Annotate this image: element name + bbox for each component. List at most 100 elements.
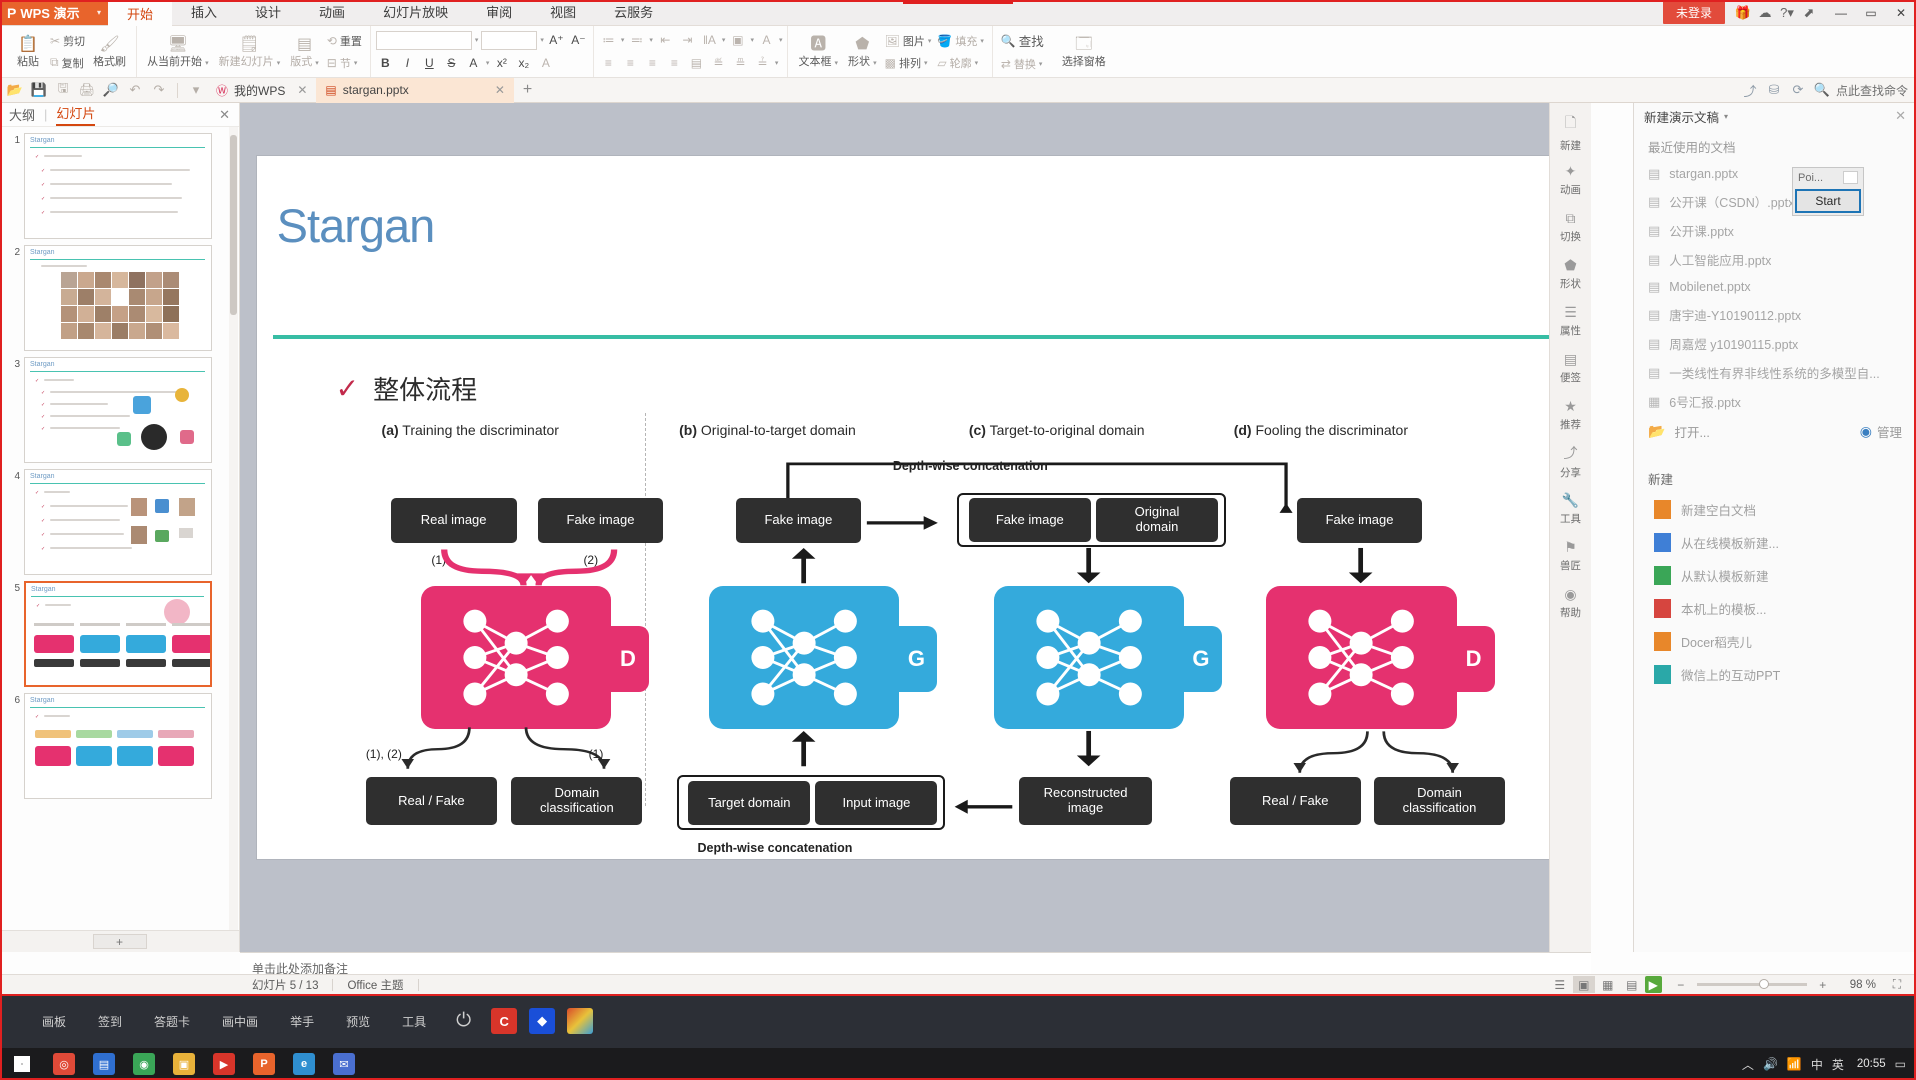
- columns-button[interactable]: ▤: [687, 54, 706, 73]
- app-edge-icon[interactable]: e: [284, 1048, 324, 1080]
- doctab-stargan[interactable]: ▤ stargan.pptx ✕: [316, 77, 514, 103]
- open-folder-icon[interactable]: 📂: [4, 80, 26, 101]
- recent-file-item[interactable]: ▤ 唐宇迪-Y10190112.pptx: [1634, 300, 1916, 329]
- font-family-select[interactable]: [375, 30, 472, 50]
- poi-popup[interactable]: Poi... Start: [1792, 167, 1864, 216]
- zoom-handle[interactable]: [1758, 979, 1769, 989]
- help-icon[interactable]: ?▾: [1776, 5, 1798, 21]
- align-center-button[interactable]: ≡: [621, 54, 640, 73]
- volume-icon[interactable]: 🔊: [1763, 1057, 1778, 1071]
- app-rainbow-icon[interactable]: [567, 1008, 594, 1034]
- align-justify-button[interactable]: ≡: [665, 54, 684, 73]
- superscript-button[interactable]: x²: [492, 54, 511, 73]
- save-as-icon[interactable]: 🖫: [52, 80, 74, 101]
- reading-view-icon[interactable]: ▤: [1621, 976, 1643, 993]
- bullets-button[interactable]: ≔: [599, 31, 618, 50]
- zoom-track[interactable]: [1696, 979, 1807, 989]
- smartart-button-2[interactable]: ≞: [731, 54, 750, 73]
- select-pane-button[interactable]: 🗔 选择窗格: [1057, 26, 1111, 77]
- copy-button[interactable]: ⧉ 复制: [47, 54, 88, 72]
- chevron-down-icon[interactable]: ▾: [1724, 112, 1728, 121]
- grow-font-button[interactable]: A⁺: [547, 31, 566, 50]
- tab-start[interactable]: 开始: [108, 0, 173, 26]
- vtool-animation[interactable]: ✦ 动画: [1550, 156, 1591, 203]
- clear-format-button[interactable]: A: [536, 54, 555, 73]
- login-button[interactable]: 未登录: [1662, 1, 1725, 24]
- recent-file-item[interactable]: ▤ stargan.pptx: [1634, 161, 1916, 187]
- format-painter-button[interactable]: 🖌 格式刷: [88, 26, 131, 77]
- dock-raise-hand[interactable]: 举手: [274, 1013, 330, 1030]
- app-red-icon[interactable]: C: [491, 1008, 518, 1034]
- new-blank-doc-item[interactable]: 新建空白文档: [1634, 493, 1916, 526]
- reset-button[interactable]: ⟲ 重置: [324, 32, 365, 50]
- line-spacing-button[interactable]: ‖A: [700, 31, 719, 50]
- start-button[interactable]: Start: [1795, 189, 1861, 213]
- vtool-tools[interactable]: 🔧 工具: [1550, 485, 1591, 532]
- fit-to-window-icon[interactable]: ⛶: [1886, 976, 1908, 993]
- backup-icon[interactable]: ⟳: [1788, 82, 1808, 98]
- vtool-sticky[interactable]: ▤ 便签: [1550, 344, 1591, 391]
- align-text-button[interactable]: A: [757, 31, 776, 50]
- restore-window-icon[interactable]: ⬈: [1798, 5, 1820, 21]
- numbering-button[interactable]: ≕: [627, 31, 646, 50]
- thumbnail-preview[interactable]: Stargan: [24, 245, 212, 351]
- font-size-caret-icon[interactable]: ▾: [540, 36, 544, 44]
- vtool-recommend[interactable]: ★ 推荐: [1550, 391, 1591, 438]
- search-commands-label[interactable]: 点此查找命令: [1836, 82, 1908, 99]
- scrollbar-thumb[interactable]: [230, 135, 237, 315]
- app-folder-icon[interactable]: ▣: [164, 1048, 204, 1080]
- taskbar-clock[interactable]: 20:55: [1853, 1058, 1886, 1070]
- wechat-ppt-item[interactable]: 微信上的互动PPT: [1634, 658, 1916, 691]
- font-size-select[interactable]: [481, 30, 538, 50]
- new-default-template-item[interactable]: 从默认模板新建: [1634, 559, 1916, 592]
- new-slide-button[interactable]: 🗒 新建幻灯片 ▾: [214, 26, 286, 77]
- vtool-transition[interactable]: ⧉ 切换: [1550, 203, 1591, 250]
- outline-button[interactable]: ▱ 轮廓 ▾: [934, 54, 986, 72]
- dock-checkin[interactable]: 签到: [82, 1013, 138, 1030]
- close-button[interactable]: ✕: [1886, 6, 1916, 20]
- chevron-down-icon[interactable]: ▾: [97, 8, 101, 17]
- start-button[interactable]: [0, 1048, 44, 1080]
- thumbnail-preview[interactable]: Stargan ✓ ✓ ✓ ✓ ✓: [24, 133, 212, 239]
- print-icon[interactable]: 🖨: [76, 80, 98, 101]
- thumbnail-preview-selected[interactable]: Stargan ✓: [24, 581, 212, 687]
- text-color-button[interactable]: A: [464, 54, 483, 73]
- strikethrough-button[interactable]: S: [442, 54, 461, 73]
- redo-icon[interactable]: ↷: [148, 80, 170, 101]
- recent-file-item[interactable]: ▤ Mobilenet.pptx: [1634, 274, 1916, 300]
- normal-view-icon[interactable]: ▣: [1572, 976, 1595, 993]
- tab-insert[interactable]: 插入: [172, 0, 236, 26]
- thumbnail-item[interactable]: 3 Stargan ✓ ✓ ✓ ✓ ✓: [6, 357, 239, 463]
- italic-button[interactable]: I: [398, 54, 417, 73]
- underline-button[interactable]: U: [420, 54, 439, 73]
- dock-tools[interactable]: 工具: [386, 1013, 442, 1030]
- replace-button[interactable]: ⇄ 替换 ▾: [998, 55, 1047, 73]
- find-button[interactable]: 🔍 查找: [998, 30, 1047, 51]
- recent-file-item[interactable]: ▤ 一类线性有界非线性系统的多模型自...: [1634, 358, 1916, 387]
- smartart-button-3[interactable]: ≟: [753, 54, 772, 73]
- tab-slideshow[interactable]: 幻灯片放映: [364, 0, 467, 26]
- section-button[interactable]: ⊟ 节 ▾: [324, 54, 365, 72]
- new-online-template-item[interactable]: 从在线模板新建...: [1634, 526, 1916, 559]
- tab-review[interactable]: 审阅: [467, 0, 531, 26]
- tab-animation[interactable]: 动画: [300, 0, 364, 26]
- tab-view[interactable]: 视图: [531, 0, 595, 26]
- play-icon[interactable]: ▶: [1644, 976, 1662, 993]
- app-wechat-icon[interactable]: ◉: [124, 1048, 164, 1080]
- undo-icon[interactable]: ↶: [124, 80, 146, 101]
- close-icon[interactable]: ✕: [297, 83, 307, 97]
- up-arrow-icon[interactable]: ︿: [1742, 1056, 1754, 1073]
- slide-title[interactable]: Stargan: [277, 198, 436, 253]
- app-video-icon[interactable]: ▶: [204, 1048, 244, 1080]
- language-label[interactable]: 英: [1832, 1056, 1844, 1073]
- font-family-caret-icon[interactable]: ▾: [475, 36, 479, 44]
- app-store-icon[interactable]: ▤: [84, 1048, 124, 1080]
- thumbnail-preview[interactable]: Stargan ✓: [24, 693, 212, 799]
- minimize-button[interactable]: —: [1826, 6, 1856, 20]
- recent-file-item[interactable]: ▤ 周嘉煜 y10190115.pptx: [1634, 329, 1916, 358]
- recent-file-item[interactable]: ▤ 人工智能应用.pptx: [1634, 245, 1916, 274]
- vtool-new[interactable]: 🗋 新建: [1550, 109, 1591, 156]
- align-right-button[interactable]: ≡: [643, 54, 662, 73]
- dock-pip[interactable]: 画中画: [206, 1013, 274, 1030]
- fill-button[interactable]: 🪣 填充 ▾: [934, 32, 986, 50]
